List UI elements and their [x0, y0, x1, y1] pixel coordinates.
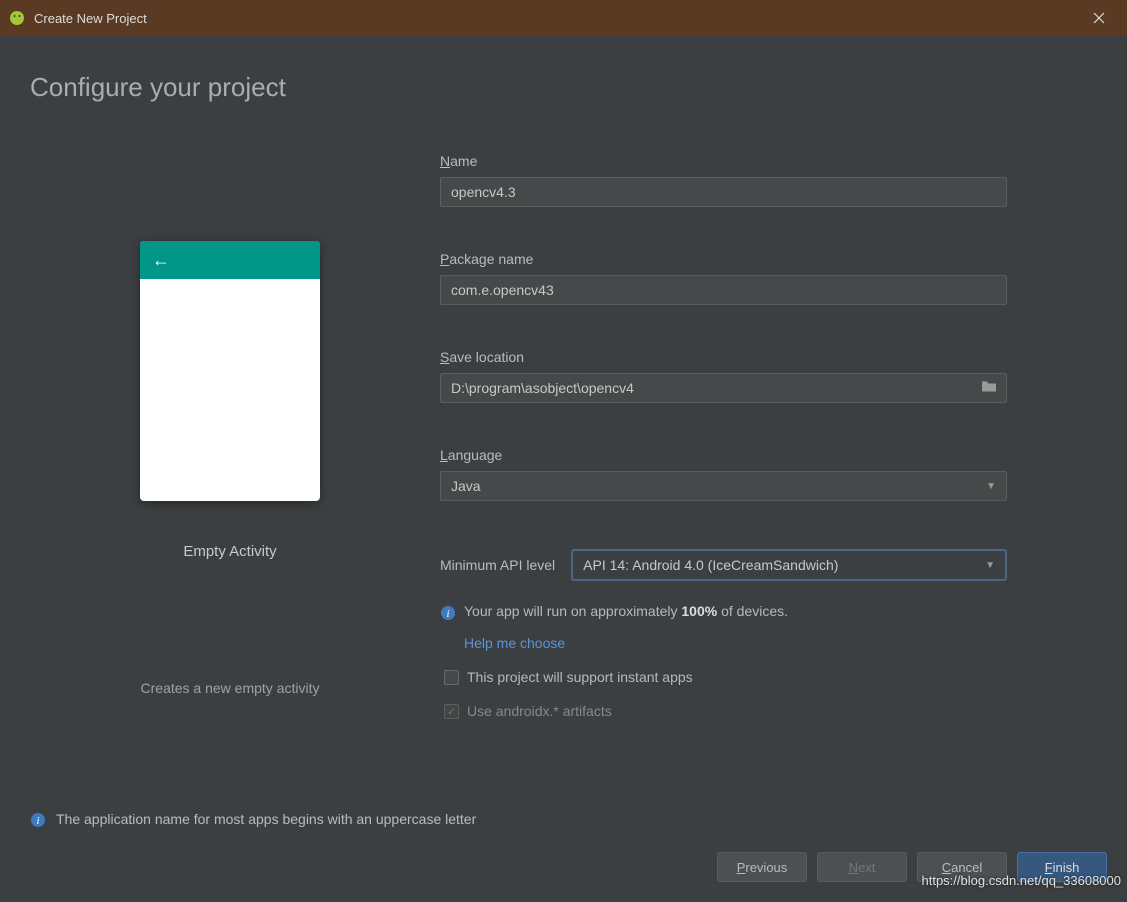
chevron-down-icon: ▼: [985, 560, 995, 571]
androidx-label: Use androidx.* artifacts: [467, 703, 612, 719]
folder-icon: [981, 380, 997, 394]
template-name: Empty Activity: [183, 543, 276, 560]
chevron-down-icon: ▼: [986, 481, 996, 492]
min-api-select[interactable]: API 14: Android 4.0 (IceCreamSandwich) ▼: [571, 549, 1007, 581]
instant-apps-label: This project will support instant apps: [467, 669, 693, 685]
min-api-label: Minimum API level: [440, 557, 555, 573]
page-heading: Configure your project: [0, 36, 1127, 111]
min-api-value: API 14: Android 4.0 (IceCreamSandwich): [583, 557, 838, 573]
info-icon: i: [30, 812, 46, 828]
watermark-text: https://blog.csdn.net/qq_33608000: [922, 873, 1122, 888]
api-info-row: i Your app will run on approximately 100…: [440, 603, 1007, 621]
next-button: Next: [817, 852, 907, 882]
api-info-text: Your app will run on approximately 100% …: [464, 603, 788, 619]
android-studio-icon: [8, 9, 26, 27]
validation-info: i The application name for most apps beg…: [0, 810, 1127, 840]
browse-folder-button[interactable]: [981, 380, 997, 397]
window-title: Create New Project: [34, 11, 147, 26]
language-label: Language: [440, 447, 1007, 463]
instant-apps-checkbox[interactable]: [444, 670, 459, 685]
template-description: Creates a new empty activity: [141, 680, 320, 696]
language-select[interactable]: Java ▼: [440, 471, 1007, 501]
save-location-label: Save location: [440, 349, 1007, 365]
main-area: ← Empty Activity Creates a new empty act…: [0, 111, 1127, 810]
svg-text:i: i: [446, 608, 449, 620]
button-bar: Previous Next Cancel Finish: [0, 840, 1127, 902]
validation-text: The application name for most apps begin…: [56, 811, 476, 827]
info-icon: i: [440, 605, 456, 621]
back-arrow-icon: ←: [152, 250, 170, 271]
preview-appbar: ←: [140, 241, 320, 279]
previous-button[interactable]: Previous: [717, 852, 807, 882]
window-close-button[interactable]: [1079, 0, 1119, 36]
androidx-checkbox: [444, 704, 459, 719]
form-column: Name Package name Save location Language…: [440, 141, 1107, 810]
package-name-input[interactable]: [440, 275, 1007, 305]
package-label: Package name: [440, 251, 1007, 267]
project-name-input[interactable]: [440, 177, 1007, 207]
save-location-input[interactable]: [440, 373, 1007, 403]
close-icon: [1093, 12, 1105, 24]
window-body: Configure your project ← Empty Activity …: [0, 36, 1127, 902]
svg-text:i: i: [36, 815, 39, 827]
help-me-choose-link[interactable]: Help me choose: [464, 635, 1007, 651]
language-value: Java: [451, 478, 481, 494]
preview-column: ← Empty Activity Creates a new empty act…: [20, 141, 440, 810]
titlebar: Create New Project: [0, 0, 1127, 36]
template-preview: ←: [140, 241, 320, 501]
name-label: Name: [440, 153, 1007, 169]
